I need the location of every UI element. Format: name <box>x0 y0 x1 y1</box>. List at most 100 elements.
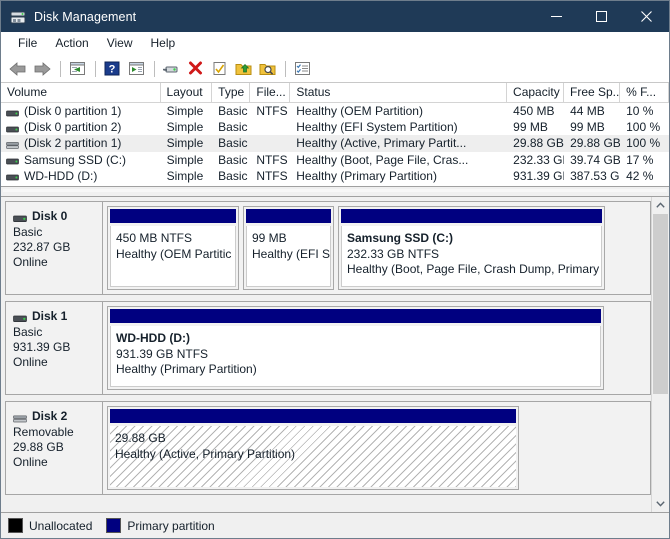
scrollbar-track[interactable] <box>652 214 669 495</box>
search-folder-icon[interactable] <box>256 58 278 80</box>
volume-cell-percent_free: 100 % <box>620 120 669 134</box>
disk-list: Disk 0Basic232.87 GBOnline450 MB NTFSHea… <box>1 197 651 512</box>
toolbar: ? <box>1 55 669 83</box>
volume-cell-percent_free: 10 % <box>620 104 669 118</box>
menu-item-action[interactable]: Action <box>46 34 97 52</box>
help-icon[interactable]: ? <box>101 58 123 80</box>
partition-block[interactable]: 29.88 GBHealthy (Active, Primary Partiti… <box>107 406 519 490</box>
volume-cell-free: 29.88 GB <box>564 136 620 150</box>
menu-item-help[interactable]: Help <box>142 34 185 52</box>
volume-row[interactable]: Samsung SSD (C:)SimpleBasicNTFSHealthy (… <box>1 152 669 168</box>
disk-info-box[interactable]: Disk 1Basic931.39 GBOnline <box>5 301 103 395</box>
volume-cell-percent_free: 100 % <box>620 136 669 150</box>
volume-row[interactable]: (Disk 2 partition 1)SimpleBasicHealthy (… <box>1 135 669 151</box>
maximize-button[interactable] <box>579 1 624 32</box>
volume-disk-icon <box>6 139 19 148</box>
partition-color-bar <box>110 409 516 423</box>
disk-drive-icon <box>10 9 26 25</box>
partition-color-bar <box>110 309 601 323</box>
back-icon[interactable] <box>7 58 29 80</box>
volume-cell-layout: Simple <box>161 104 213 118</box>
partition-size: 450 MB NTFS <box>116 231 230 247</box>
volume-cell-free: 99 MB <box>564 120 620 134</box>
disk-state: Online <box>13 255 96 270</box>
graphical-view-pane: Disk 0Basic232.87 GBOnline450 MB NTFSHea… <box>1 197 669 512</box>
menu-item-view[interactable]: View <box>98 34 142 52</box>
volume-cell-filesystem: NTFS <box>250 104 290 118</box>
menu-item-file[interactable]: File <box>9 34 46 52</box>
partition-block[interactable]: Samsung SSD (C:)232.33 GB NTFSHealthy (B… <box>338 206 605 290</box>
refresh-icon[interactable] <box>208 58 230 80</box>
close-button[interactable] <box>624 1 669 32</box>
toolbar-separator <box>60 61 61 77</box>
volume-disk-icon <box>6 155 19 164</box>
partition-size: 931.39 GB NTFS <box>116 347 595 363</box>
partition-color-bar <box>110 209 236 223</box>
volume-label: WD-HDD (D:) <box>24 169 97 183</box>
column-header-type[interactable]: Type <box>212 83 250 102</box>
volume-cell-status: Healthy (Primary Partition) <box>290 169 507 183</box>
disk-management-window: Disk Management File Action View Help <box>0 0 670 539</box>
disk-name: Disk 0 <box>13 209 96 223</box>
partition-status: Healthy (Boot, Page File, Crash Dump, Pr… <box>347 262 596 278</box>
volume-cell-type: Basic <box>212 120 250 134</box>
partition-block[interactable]: 99 MBHealthy (EFI Sy: <box>243 206 334 290</box>
volume-cell-layout: Simple <box>161 169 213 183</box>
volume-cell-status: Healthy (EFI System Partition) <box>290 120 507 134</box>
column-header-filesystem[interactable]: File... <box>250 83 290 102</box>
disk-name-label: Disk 1 <box>32 309 67 323</box>
volume-list-header: Volume Layout Type File... Status Capaci… <box>1 83 669 103</box>
legend-label-unallocated: Unallocated <box>29 519 92 533</box>
volume-label: Samsung SSD (C:) <box>24 153 126 167</box>
list-view-icon[interactable] <box>291 58 313 80</box>
volume-disk-icon <box>6 171 19 180</box>
disk-panel: Disk 1Basic931.39 GBOnlineWD-HDD (D:)931… <box>5 301 651 395</box>
show-console-tree-icon[interactable] <box>125 58 147 80</box>
legend-bar: Unallocated Primary partition <box>1 512 669 538</box>
partition-details: 450 MB NTFSHealthy (OEM Partitic <box>110 226 236 287</box>
scroll-down-icon[interactable] <box>652 495 669 512</box>
fixed-disk-icon <box>13 312 27 320</box>
up-one-level-icon[interactable] <box>66 58 88 80</box>
minimize-button[interactable] <box>534 1 579 32</box>
column-header-capacity[interactable]: Capacity <box>507 83 564 102</box>
volume-cell-free: 44 MB <box>564 104 620 118</box>
partition-block[interactable]: WD-HDD (D:)931.39 GB NTFSHealthy (Primar… <box>107 306 604 390</box>
volume-label: (Disk 0 partition 1) <box>24 104 121 118</box>
volume-cell-capacity: 99 MB <box>507 120 564 134</box>
column-header-free-space[interactable]: Free Sp... <box>564 83 620 102</box>
rescan-disks-icon[interactable] <box>232 58 254 80</box>
delete-icon[interactable] <box>184 58 206 80</box>
legend-label-primary-partition: Primary partition <box>127 519 214 533</box>
disk-info-box[interactable]: Disk 0Basic232.87 GBOnline <box>5 201 103 295</box>
pane-splitter[interactable] <box>1 186 669 197</box>
toolbar-separator <box>95 61 96 77</box>
column-header-percent-free[interactable]: % F... <box>620 83 669 102</box>
column-header-volume[interactable]: Volume <box>1 83 161 102</box>
scroll-up-icon[interactable] <box>652 197 669 214</box>
volume-cell-percent_free: 17 % <box>620 153 669 167</box>
volume-cell-volume: (Disk 2 partition 1) <box>1 136 161 150</box>
column-header-layout[interactable]: Layout <box>161 83 213 102</box>
disk-state: Online <box>13 455 96 470</box>
partition-details: Samsung SSD (C:)232.33 GB NTFSHealthy (B… <box>341 226 602 287</box>
scrollbar-thumb[interactable] <box>653 214 668 394</box>
fixed-disk-icon <box>13 212 27 220</box>
column-header-status[interactable]: Status <box>290 83 507 102</box>
volume-row[interactable]: (Disk 0 partition 1)SimpleBasicNTFSHealt… <box>1 103 669 119</box>
partition-block[interactable]: 450 MB NTFSHealthy (OEM Partitic <box>107 206 239 290</box>
removable-disk-icon <box>13 412 27 420</box>
graphical-view-scrollbar[interactable] <box>651 197 669 512</box>
volume-row[interactable]: WD-HDD (D:)SimpleBasicNTFSHealthy (Prima… <box>1 168 669 184</box>
volume-cell-layout: Simple <box>161 153 213 167</box>
partition-size: 29.88 GB <box>115 431 511 447</box>
properties-icon[interactable] <box>160 58 182 80</box>
volume-disk-icon <box>6 123 19 132</box>
volume-cell-volume: WD-HDD (D:) <box>1 169 161 183</box>
volume-row[interactable]: (Disk 0 partition 2)SimpleBasicHealthy (… <box>1 119 669 135</box>
toolbar-separator <box>285 61 286 77</box>
disk-partitions-area: 29.88 GBHealthy (Active, Primary Partiti… <box>103 401 651 495</box>
volume-cell-type: Basic <box>212 136 250 150</box>
disk-info-box[interactable]: Disk 2Removable29.88 GBOnline <box>5 401 103 495</box>
forward-icon[interactable] <box>31 58 53 80</box>
